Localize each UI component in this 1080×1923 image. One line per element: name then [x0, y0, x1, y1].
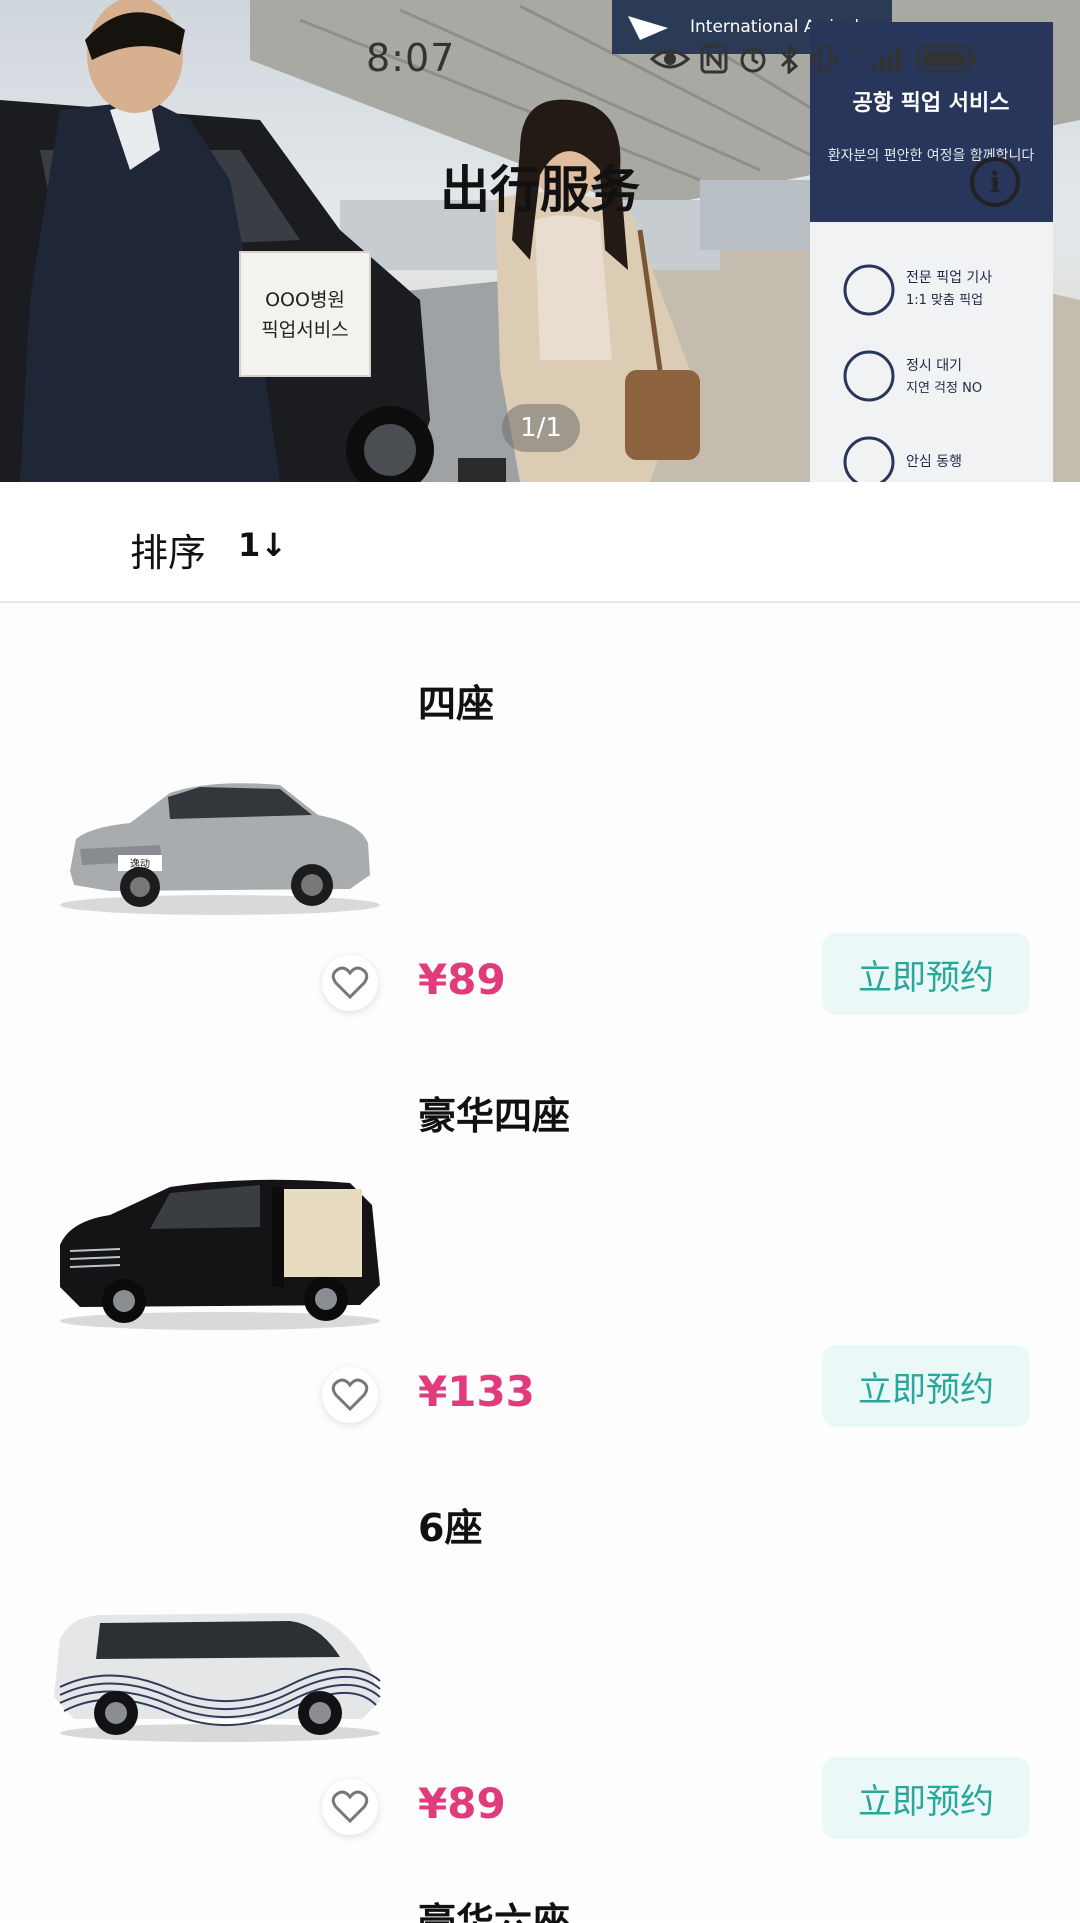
favorite-button[interactable] [322, 1779, 378, 1835]
svg-text:5G: 5G [850, 45, 866, 58]
luxury-mpv-image [60, 1179, 380, 1330]
alarm-icon [738, 44, 768, 78]
vehicle-title: 四座 [418, 682, 495, 726]
vehicle-list: 四座 逸动 ¥89 立即预约 豪华四座 ¥133 立即预约 6座 ¥89 立即预… [0, 603, 1080, 1923]
bluetooth-icon [778, 42, 800, 78]
hero-banner[interactable]: OOO병원 픽업서비스 International Arrivals 공항 픽업… [0, 0, 1080, 482]
svg-text:공항 픽업 서비스: 공항 픽업 서비스 [853, 91, 1010, 116]
vehicle-price: ¥89 [418, 955, 506, 1004]
eye-icon [649, 47, 691, 75]
book-now-button[interactable]: 立即预约 [822, 933, 1030, 1015]
battery-icon [916, 44, 978, 78]
book-now-button[interactable]: 立即预约 [822, 1345, 1030, 1427]
carousel-pager: 1/1 [502, 404, 580, 452]
svg-text:1:1 맞춤 픽업: 1:1 맞춤 픽업 [906, 293, 983, 308]
sort-order-icon[interactable]: 1↓ [238, 526, 287, 564]
vehicle-card: 四座 逸动 ¥89 立即预约 [0, 603, 1080, 1015]
svg-text:전문 픽업 기사: 전문 픽업 기사 [906, 270, 992, 286]
svg-text:OOO병원: OOO병원 [265, 289, 345, 311]
status-bar-time: 8:07 [366, 36, 456, 80]
six-seat-van-image [54, 1613, 381, 1742]
signal-5g-icon: 5G [850, 44, 906, 78]
sedan-car-image: 逸动 [60, 783, 380, 915]
svg-text:안심 동행: 안심 동행 [906, 454, 962, 470]
sort-bar: 排序 1↓ [0, 482, 1080, 603]
heart-icon [331, 966, 369, 1000]
vehicle-title: 6座 [418, 1506, 483, 1550]
svg-text:정시 대기: 정시 대기 [906, 358, 962, 374]
info-icon[interactable]: i [970, 157, 1020, 207]
vehicle-card: 6座 ¥89 立即预约 [0, 1427, 1080, 1839]
svg-text:지연 걱정 NO: 지연 걱정 NO [906, 381, 982, 396]
favorite-button[interactable] [322, 1367, 378, 1423]
svg-text:픽업서비스: 픽업서비스 [261, 319, 348, 341]
favorite-button[interactable] [322, 955, 378, 1011]
vehicle-price: ¥133 [418, 1367, 535, 1416]
vehicle-title: 豪华六座 [418, 1900, 571, 1923]
vehicle-card: 豪华四座 ¥133 立即预约 [0, 1015, 1080, 1427]
vehicle-title: 豪华四座 [418, 1094, 571, 1138]
sort-button[interactable]: 排序 [130, 522, 206, 577]
status-bar-icons: 5G [649, 42, 978, 78]
vibrate-icon [810, 44, 840, 78]
heart-icon [331, 1790, 369, 1824]
page-title: 出行服务 [440, 161, 640, 219]
vehicle-price: ¥89 [418, 1779, 506, 1828]
heart-icon [331, 1378, 369, 1412]
book-now-button[interactable]: 立即预约 [822, 1757, 1030, 1839]
nfc-icon [700, 44, 728, 78]
